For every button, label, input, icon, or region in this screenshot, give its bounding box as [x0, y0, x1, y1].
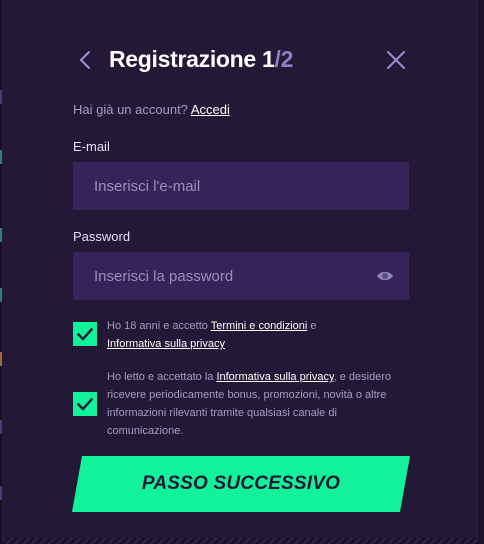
back-button[interactable]	[74, 48, 98, 72]
modal-header: Registrazione 1/2	[70, 42, 410, 78]
email-field-wrapper	[73, 162, 409, 210]
next-step-label: PASSO SUCCESSIVO	[141, 473, 341, 494]
consent-text: Ho 18 anni e accetto	[107, 320, 211, 332]
chevron-left-icon	[80, 51, 90, 69]
age-terms-text: Ho 18 anni e accetto Termini e condizion…	[107, 317, 409, 353]
eye-icon	[377, 271, 393, 281]
consent-text: Ho letto e accettato la	[107, 371, 217, 383]
modal-bottom-edge	[2, 538, 478, 544]
title-step-total: /2	[274, 46, 294, 72]
title-step: Registrazione 1	[109, 46, 275, 72]
password-visibility-toggle[interactable]	[376, 268, 394, 284]
email-label: E-mail	[73, 139, 110, 154]
password-label: Password	[73, 229, 131, 244]
marketing-text: Ho letto e accettato la Informativa sull…	[107, 368, 409, 440]
age-terms-checkbox[interactable]	[73, 322, 97, 346]
close-button[interactable]	[384, 48, 408, 72]
checkmark-icon	[76, 397, 94, 411]
close-icon	[387, 51, 405, 69]
login-prompt-text: Hai già un account?	[73, 102, 188, 117]
login-link[interactable]: Accedi	[191, 102, 230, 117]
checkmark-icon	[76, 327, 94, 341]
page-title: Registrazione 1/2	[109, 46, 293, 73]
privacy-link[interactable]: Informativa sulla privacy	[107, 338, 225, 350]
marketing-privacy-link[interactable]: Informativa sulla privacy	[216, 371, 333, 383]
email-field[interactable]	[73, 162, 409, 210]
terms-link[interactable]: Termini e condizioni	[211, 320, 308, 332]
login-prompt: Hai già un account? Accedi	[73, 102, 230, 117]
next-step-button[interactable]: PASSO SUCCESSIVO	[72, 456, 410, 512]
marketing-checkbox[interactable]	[73, 392, 97, 416]
password-field[interactable]	[73, 252, 409, 300]
password-field-wrapper	[73, 252, 409, 300]
consent-text: e	[307, 320, 317, 332]
